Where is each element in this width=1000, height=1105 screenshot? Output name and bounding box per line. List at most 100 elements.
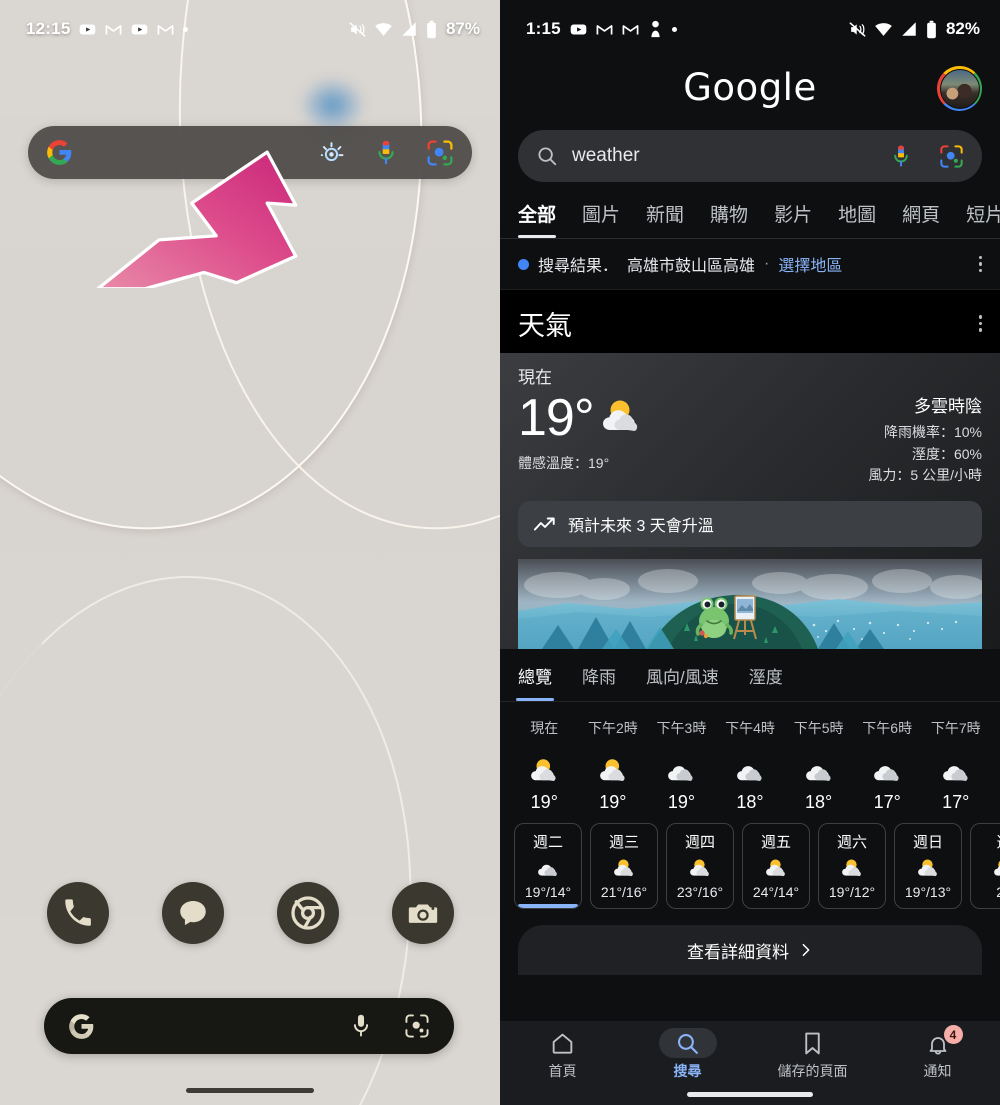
- google-wordmark: Google: [683, 66, 817, 109]
- overflow-menu-icon[interactable]: [978, 255, 982, 273]
- nav-home[interactable]: 首頁: [500, 1028, 625, 1081]
- mic-icon[interactable]: [374, 139, 398, 167]
- day-card[interactable]: 週三 21°/16°: [590, 823, 658, 910]
- weather-illustration: [518, 559, 982, 650]
- weather-trend-note[interactable]: 預計未來 3 天會升溫: [518, 501, 982, 548]
- weather-tab-precipitation[interactable]: 降雨: [582, 649, 616, 701]
- hourly-item[interactable]: 下午2時 19°: [579, 718, 648, 813]
- cloud-icon: [784, 738, 853, 792]
- weather-card-title: 天氣: [518, 311, 572, 341]
- signal-icon: [900, 20, 918, 38]
- sun-behind-cloud-icon: [510, 738, 579, 792]
- tab-shopping[interactable]: 購物: [710, 196, 748, 238]
- avatar[interactable]: [937, 66, 982, 111]
- gesture-home-handle[interactable]: [687, 1092, 813, 1097]
- weather-stat-precip: 降雨機率：10%: [868, 422, 982, 444]
- hourly-item[interactable]: 下午7時 17°: [921, 718, 990, 813]
- search-query-text[interactable]: weather: [558, 145, 891, 167]
- cloud-icon: [647, 738, 716, 792]
- messages-app[interactable]: [161, 882, 224, 944]
- weather-now-label: 現在: [518, 368, 552, 387]
- tab-images[interactable]: 圖片: [582, 196, 620, 238]
- weather-tab-overview[interactable]: 總覽: [516, 649, 554, 702]
- day-card[interactable]: 週五 24°/14°: [742, 823, 810, 910]
- gmail-icon: [596, 21, 613, 38]
- hourly-item[interactable]: 現在 19°: [510, 718, 579, 813]
- day-temp: 23°/16°: [676, 884, 724, 901]
- tab-web[interactable]: 網頁: [902, 196, 940, 238]
- hourly-item[interactable]: 下午3時 19°: [647, 718, 716, 813]
- tab-maps[interactable]: 地圖: [838, 196, 876, 238]
- wind-value: 5 公里/小時: [910, 467, 982, 484]
- day-temp: 19°/13°: [904, 884, 952, 901]
- nav-home-label: 首頁: [548, 1063, 577, 1079]
- day-card[interactable]: 週日 19°/13°: [894, 823, 962, 910]
- google-lens-icon[interactable]: [426, 139, 454, 167]
- day-card[interactable]: 週六 19°/12°: [818, 823, 886, 910]
- battery-percent: 87%: [445, 19, 480, 38]
- mute-icon: [348, 20, 367, 39]
- result-location: 高雄市鼓山區高雄: [627, 258, 756, 275]
- sun-behind-cloud-icon: [579, 738, 648, 792]
- tab-shorts[interactable]: 短片: [966, 196, 1000, 238]
- choose-area-link[interactable]: 選擇地區: [778, 252, 842, 276]
- google-lens-icon[interactable]: [939, 144, 964, 169]
- search-input[interactable]: weather: [518, 130, 982, 182]
- day-name: 週四: [684, 834, 715, 852]
- weather-tab-wind[interactable]: 風向/風速: [646, 649, 719, 701]
- status-dot-icon: [518, 258, 529, 270]
- wifi-icon: [374, 20, 393, 39]
- see-details-button[interactable]: 查看詳細資料: [518, 925, 982, 976]
- day-card[interactable]: 週 21: [970, 823, 1000, 910]
- nav-saved-label: 儲存的頁面: [777, 1063, 848, 1079]
- gmail-icon: [105, 21, 122, 38]
- gmail-icon: [157, 21, 174, 38]
- gesture-home-handle[interactable]: [186, 1088, 314, 1093]
- day-name: 週二: [532, 834, 563, 852]
- weather-card-header: 天氣: [500, 290, 1000, 353]
- nav-search[interactable]: 搜尋: [625, 1028, 750, 1081]
- tab-videos[interactable]: 影片: [774, 196, 812, 238]
- phone-app[interactable]: [46, 882, 109, 944]
- status-time: 1:15: [526, 19, 561, 38]
- left-phone-home-screen: 12:15 87%: [0, 0, 500, 1105]
- google-lens-icon[interactable]: [404, 1013, 430, 1039]
- camera-app[interactable]: [391, 882, 454, 944]
- trending-up-icon: [534, 516, 556, 532]
- hourly-item[interactable]: 下午4時 18°: [716, 718, 785, 813]
- day-card[interactable]: 週二 19°/14°: [514, 823, 582, 910]
- day-name: 週日: [912, 834, 943, 852]
- day-name: 週三: [608, 834, 639, 852]
- chrome-icon: [290, 895, 326, 931]
- chrome-app[interactable]: [276, 882, 339, 944]
- sun-behind-cloud-icon: [895, 852, 961, 884]
- app-header: Google: [500, 58, 1000, 116]
- nav-saved[interactable]: 儲存的頁面: [750, 1028, 875, 1081]
- chevron-right-icon: [799, 943, 813, 957]
- cloud-icon: [515, 852, 581, 884]
- weather-tab-humidity[interactable]: 溼度: [749, 649, 783, 701]
- hourly-item[interactable]: 下午6時 17°: [853, 718, 922, 813]
- hour-time: 下午5時: [793, 720, 844, 737]
- bottom-search-bar[interactable]: [44, 998, 454, 1054]
- mic-icon[interactable]: [891, 144, 911, 169]
- tab-all[interactable]: 全部: [518, 196, 557, 238]
- humidity-value: 60%: [953, 445, 982, 462]
- weather-overflow-menu-icon[interactable]: [978, 315, 982, 332]
- day-card[interactable]: 週四 23°/16°: [666, 823, 734, 910]
- nav-notifications[interactable]: 4 通知: [875, 1025, 1000, 1081]
- wifi-icon: [874, 20, 893, 39]
- sun-behind-cloud-icon: [596, 396, 646, 438]
- trend-text: 預計未來 3 天會升溫: [568, 518, 714, 536]
- hour-temp: 19°: [667, 792, 696, 813]
- weather-stat-humidity: 溼度：60%: [868, 444, 982, 466]
- day-temp: 19°/14°: [524, 884, 572, 901]
- daily-forecast: 週二 19°/14° 週三 21°/16° 週四 23°/16° 週五 24°/…: [500, 817, 1000, 910]
- home-icon: [550, 1031, 575, 1056]
- feels-like-text: 體感溫度：19°: [518, 455, 610, 471]
- day-name: 週: [971, 831, 1000, 852]
- weather-stat-wind: 風力：5 公里/小時: [868, 465, 982, 487]
- hourly-item[interactable]: 下午5時 18°: [784, 718, 853, 813]
- mic-icon[interactable]: [350, 1013, 372, 1039]
- tab-news[interactable]: 新聞: [646, 196, 684, 238]
